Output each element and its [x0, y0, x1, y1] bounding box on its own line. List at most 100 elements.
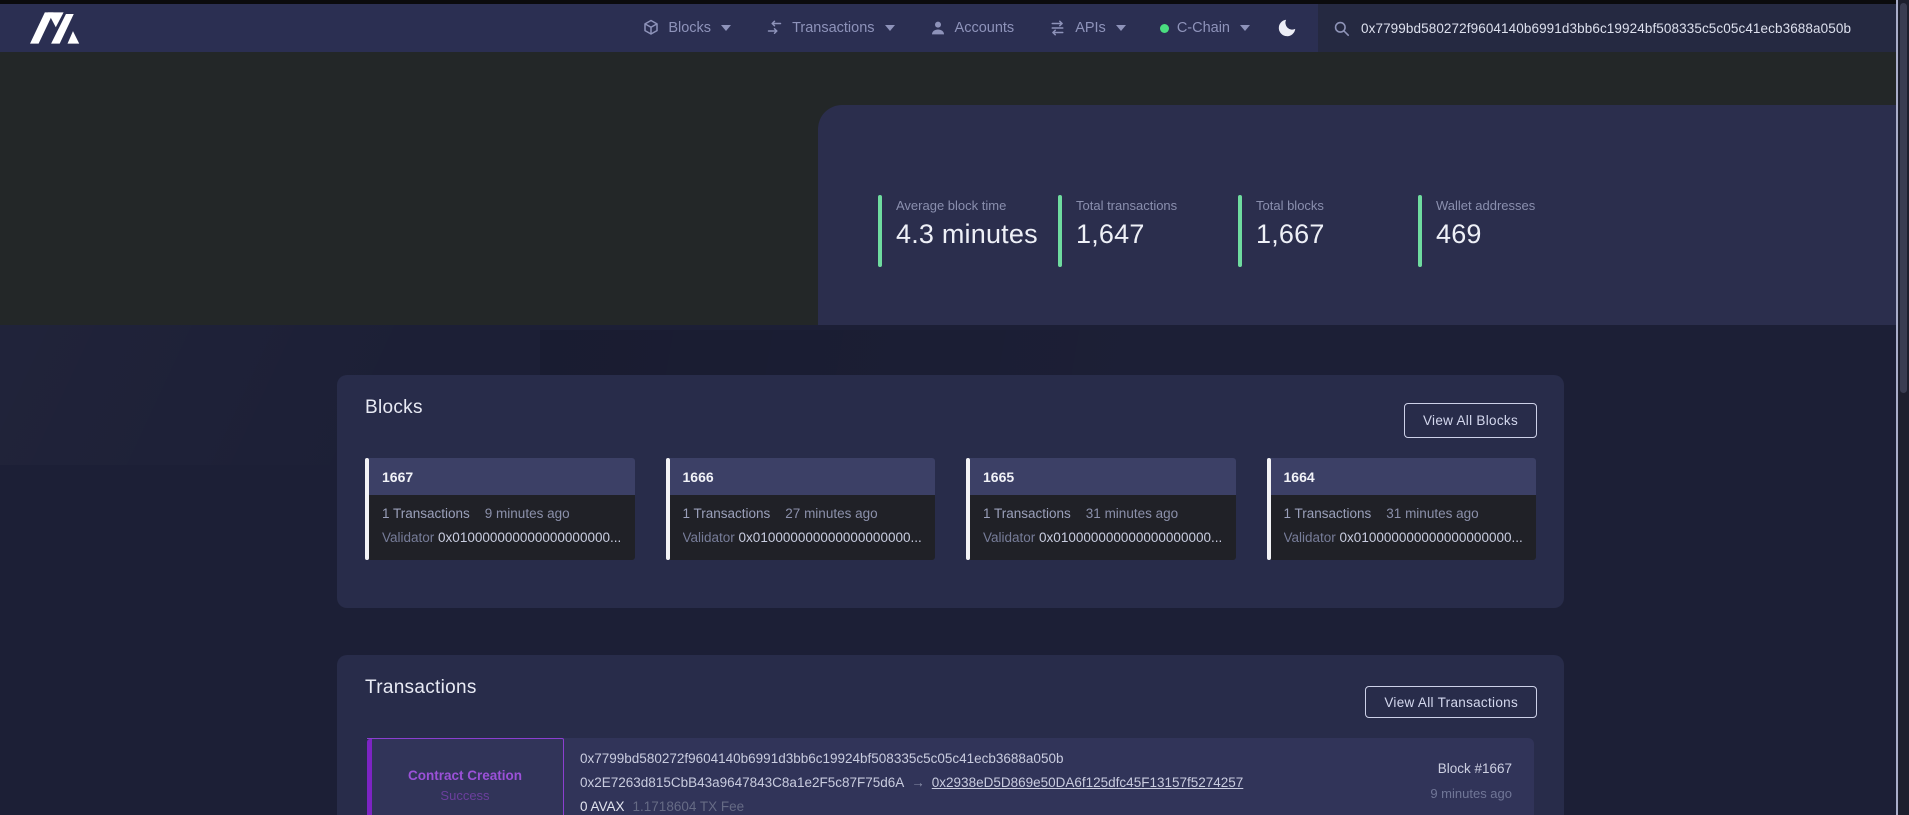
window-top-edge [0, 0, 1909, 4]
stat-accent-bar [1418, 195, 1422, 267]
scrollbar-thumb[interactable] [1900, 3, 1907, 393]
hero-section: Average block time 4.3 minutes Total tra… [0, 52, 1909, 325]
person-icon [929, 19, 947, 37]
transactions-panel: Transactions View All Transactions Contr… [337, 655, 1564, 815]
nav-item-label: Transactions [792, 20, 874, 36]
stat-total-blocks: Total blocks 1,667 [1238, 195, 1418, 267]
validator-label: Validator [683, 530, 735, 545]
block-card-body: 1 Transactions 31 minutes ago Validator 0… [1271, 495, 1537, 560]
stat-total-transactions: Total transactions 1,647 [1058, 195, 1238, 267]
view-all-blocks-button[interactable]: View All Blocks [1404, 403, 1537, 438]
from-address[interactable]: 0x2E7263d815CbB43a9647843C8a1e2F5c87F75d… [580, 775, 904, 790]
nav-item-accounts[interactable]: Accounts [929, 19, 1015, 37]
nav-item-apis[interactable]: APIs [1048, 19, 1126, 37]
api-lines-icon [1048, 19, 1067, 37]
transaction-type: Contract Creation [408, 768, 522, 783]
view-all-transactions-button[interactable]: View All Transactions [1365, 686, 1537, 718]
transaction-status-cell: Contract Creation Success [367, 738, 564, 815]
block-tx-count: 1 Transactions [983, 506, 1071, 521]
stat-wallet-addresses: Wallet addresses 469 [1418, 195, 1598, 267]
block-card-accent-bar [365, 458, 369, 560]
nav-menu: Blocks Transactions Accounts APIs C-Cha [642, 19, 1250, 37]
search-input[interactable] [1361, 21, 1899, 36]
block-card[interactable]: 1667 1 Transactions9 minutes ago Validat… [365, 458, 635, 560]
nav-item-label: C-Chain [1177, 20, 1230, 36]
block-number[interactable]: 1664 [1271, 458, 1537, 495]
block-card[interactable]: 1665 1 Transactions 31 minutes ago Valida… [966, 458, 1236, 560]
status-badge: Success [440, 788, 489, 803]
validator-hash: 0x010000000000000000000... [1340, 530, 1523, 545]
transaction-hash[interactable]: 0x7799bd580272f9604140b6991d3bb6c19924bf… [580, 751, 1243, 766]
stat-accent-bar [878, 195, 882, 267]
stats-panel: Average block time 4.3 minutes Total tra… [818, 105, 1909, 325]
block-tx-count: 1 Transactions [683, 506, 771, 521]
scrollbar[interactable] [1896, 0, 1909, 815]
block-card[interactable]: 1664 1 Transactions 31 minutes ago Valida… [1267, 458, 1537, 560]
transaction-age: 9 minutes ago [1430, 786, 1512, 801]
search-box [1318, 4, 1909, 52]
chevron-down-icon [721, 25, 731, 31]
transaction-amount: 0 AVAX [580, 799, 625, 814]
swap-arrows-icon [765, 19, 784, 37]
transaction-row[interactable]: Contract Creation Success 0x7799bd580272… [367, 738, 1534, 815]
avalanche-logo-icon [30, 11, 80, 45]
stat-label: Wallet addresses [1436, 198, 1535, 213]
search-icon [1332, 19, 1351, 38]
moon-icon [1276, 17, 1298, 39]
chevron-down-icon [885, 25, 895, 31]
stat-value: 1,647 [1076, 219, 1177, 250]
stat-average-block-time: Average block time 4.3 minutes [878, 195, 1058, 267]
validator-hash: 0x010000000000000000000... [1039, 530, 1222, 545]
nav-item-label: Blocks [668, 20, 711, 36]
to-address-link[interactable]: 0x2938eD5D869e50DA6f125dfc45F13157f52742… [932, 775, 1244, 790]
block-card-body: 1 Transactions9 minutes ago Validator 0x… [369, 495, 635, 560]
stat-label: Total transactions [1076, 198, 1177, 213]
stat-label: Average block time [896, 198, 1038, 213]
stat-value: 1,667 [1256, 219, 1325, 250]
transaction-block-link[interactable]: Block #1667 [1430, 761, 1512, 776]
arrow-icon: → [904, 775, 932, 790]
block-tx-count: 1 Transactions [382, 506, 470, 521]
stat-accent-bar [1238, 195, 1242, 267]
block-number[interactable]: 1666 [670, 458, 936, 495]
block-number[interactable]: 1665 [970, 458, 1236, 495]
block-card-body: 1 Transactions 27 minutes ago Validator 0… [670, 495, 936, 560]
validator-label: Validator [1284, 530, 1336, 545]
transaction-fee: 1.1718604 TX Fee [633, 799, 745, 814]
block-card-body: 1 Transactions 31 minutes ago Validator 0… [970, 495, 1236, 560]
stat-value: 4.3 minutes [896, 219, 1038, 250]
navbar: Blocks Transactions Accounts APIs C-Cha [0, 4, 1909, 52]
block-card[interactable]: 1666 1 Transactions 27 minutes ago Valida… [666, 458, 936, 560]
nav-item-label: APIs [1075, 20, 1106, 36]
stat-value: 469 [1436, 219, 1535, 250]
transactions-title: Transactions [365, 677, 477, 699]
stat-label: Total blocks [1256, 198, 1325, 213]
stat-accent-bar [1058, 195, 1062, 267]
theme-toggle-button[interactable] [1276, 17, 1298, 39]
nav-item-chain-selector[interactable]: C-Chain [1160, 20, 1250, 36]
chevron-down-icon [1116, 25, 1126, 31]
block-age: 27 minutes ago [785, 506, 877, 521]
validator-label: Validator [382, 530, 434, 545]
block-card-accent-bar [666, 458, 670, 560]
transaction-meta: Block #1667 9 minutes ago [1430, 761, 1512, 801]
block-number[interactable]: 1667 [369, 458, 635, 495]
block-age: 31 minutes ago [1086, 506, 1178, 521]
transaction-accent-bar [367, 739, 372, 815]
block-tx-count: 1 Transactions [1284, 506, 1372, 521]
blocks-panel: Blocks View All Blocks 1667 1 Transactio… [337, 375, 1564, 608]
stats-row: Average block time 4.3 minutes Total tra… [878, 195, 1598, 267]
block-age: 31 minutes ago [1386, 506, 1478, 521]
blocks-title: Blocks [365, 397, 423, 419]
block-card-accent-bar [966, 458, 970, 560]
block-card-accent-bar [1267, 458, 1271, 560]
nav-item-transactions[interactable]: Transactions [765, 19, 894, 37]
validator-label: Validator [983, 530, 1035, 545]
transaction-details: 0x7799bd580272f9604140b6991d3bb6c19924bf… [580, 751, 1243, 814]
nav-item-blocks[interactable]: Blocks [642, 19, 731, 37]
block-cards-row: 1667 1 Transactions9 minutes ago Validat… [365, 458, 1536, 560]
validator-hash: 0x010000000000000000000... [739, 530, 922, 545]
avalanche-logo[interactable] [30, 11, 82, 45]
nav-item-label: Accounts [955, 20, 1015, 36]
validator-hash: 0x010000000000000000000... [438, 530, 621, 545]
